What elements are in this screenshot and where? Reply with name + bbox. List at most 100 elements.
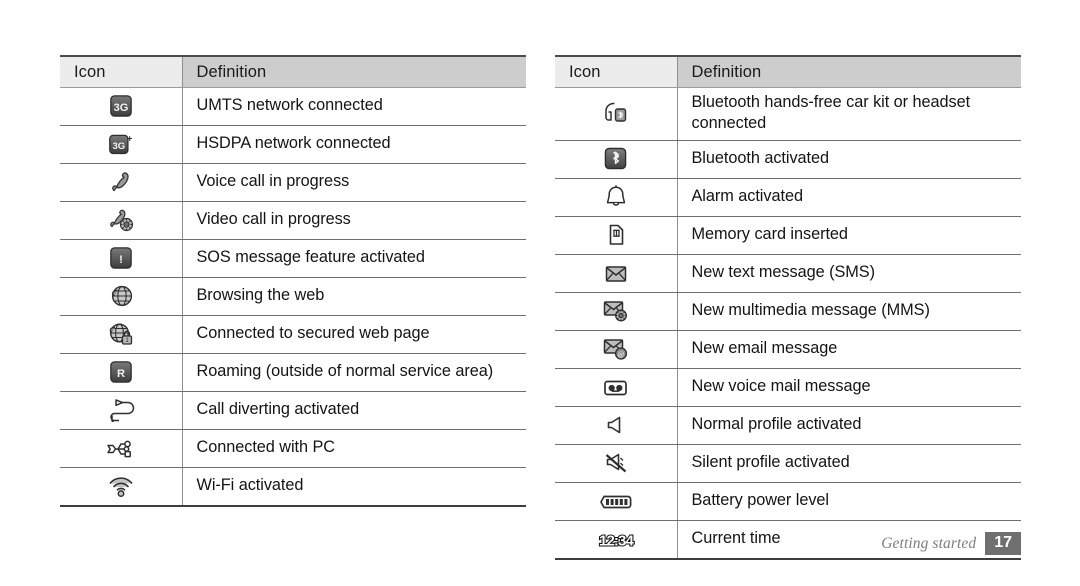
- icon-cell: [555, 406, 678, 445]
- page-footer: Getting started 17: [555, 532, 1021, 556]
- table-row: Connected with PC: [60, 429, 526, 468]
- video-call-icon: [98, 204, 144, 236]
- definition-cell: Wi-Fi activated: [182, 467, 526, 507]
- table-row: R Roaming (outside of normal service are…: [60, 353, 526, 392]
- new-mms-envelope-icon: [593, 295, 639, 327]
- table-row: Memory card inserted: [555, 216, 1021, 255]
- icon-cell: [555, 482, 678, 521]
- new-voicemail-icon: [593, 372, 639, 404]
- table-row: Battery power level: [555, 482, 1021, 521]
- memory-card-icon: [593, 219, 639, 251]
- bluetooth-headset-icon: [593, 97, 639, 129]
- table-row: Normal profile activated: [555, 406, 1021, 445]
- column-header-icon: Icon: [555, 55, 678, 88]
- table-row: New text message (SMS): [555, 254, 1021, 293]
- icon-definition-table-left: Icon Definition 3G UMTS network connecte…: [60, 55, 526, 507]
- svg-text:+: +: [127, 133, 133, 144]
- table-row: Silent profile activated: [555, 444, 1021, 483]
- definition-cell: Normal profile activated: [677, 406, 1021, 445]
- definition-cell: New email message: [677, 330, 1021, 369]
- column-header-definition: Definition: [677, 55, 1021, 88]
- icon-cell: [555, 254, 678, 293]
- battery-level-icon: [593, 486, 639, 518]
- table-body-left: 3G UMTS network connected 3G + HSDPA net…: [60, 87, 526, 507]
- secure-web-globe-lock-icon: 1: [98, 318, 144, 350]
- icon-cell: [555, 178, 678, 217]
- table-row: New voice mail message: [555, 368, 1021, 407]
- bluetooth-activated-icon: [593, 143, 639, 175]
- definition-cell: Battery power level: [677, 482, 1021, 521]
- table-row: Voice call in progress: [60, 163, 526, 202]
- icon-cell: [555, 292, 678, 331]
- definition-cell: Voice call in progress: [182, 163, 526, 202]
- table-row: 1 Connected to secured web page: [60, 315, 526, 354]
- icon-cell: [555, 444, 678, 483]
- roaming-icon: R: [98, 356, 144, 388]
- definition-cell: HSDPA network connected: [182, 125, 526, 164]
- table-row: Call diverting activated: [60, 391, 526, 430]
- svg-text:!: !: [119, 254, 123, 266]
- svg-text:3G: 3G: [112, 141, 125, 152]
- definition-cell: Video call in progress: [182, 201, 526, 240]
- definition-cell: New text message (SMS): [677, 254, 1021, 293]
- icon-cell: [60, 429, 183, 468]
- table-row: Browsing the web: [60, 277, 526, 316]
- definition-cell: Connected to secured web page: [182, 315, 526, 354]
- icon-cell: [60, 163, 183, 202]
- icon-cell: [555, 216, 678, 255]
- definition-cell: Connected with PC: [182, 429, 526, 468]
- icon-cell: [555, 368, 678, 407]
- icon-cell: 3G: [60, 87, 183, 126]
- footer-section-label: Getting started: [881, 534, 977, 552]
- icon-cell: [555, 87, 678, 141]
- alarm-bell-icon: [593, 181, 639, 213]
- wifi-activated-icon: [98, 470, 144, 502]
- definition-cell: Silent profile activated: [677, 444, 1021, 483]
- icon-cell: R: [60, 353, 183, 392]
- icon-cell: [60, 467, 183, 507]
- definition-cell: Memory card inserted: [677, 216, 1021, 255]
- icon-cell: @: [555, 330, 678, 369]
- svg-text:@: @: [617, 350, 624, 359]
- definition-cell: Roaming (outside of normal service area): [182, 353, 526, 392]
- column-header-icon: Icon: [60, 55, 183, 88]
- table-row: Wi-Fi activated: [60, 467, 526, 507]
- table-row: Video call in progress: [60, 201, 526, 240]
- icon-cell: !: [60, 239, 183, 278]
- web-browsing-globe-icon: [98, 280, 144, 312]
- definition-cell: Alarm activated: [677, 178, 1021, 217]
- table-row: New multimedia message (MMS): [555, 292, 1021, 331]
- svg-text:3G: 3G: [113, 102, 128, 114]
- icon-cell: [60, 201, 183, 240]
- definition-cell: New multimedia message (MMS): [677, 292, 1021, 331]
- definition-cell: Bluetooth hands-free car kit or headset …: [677, 87, 1021, 141]
- umts-3g-icon: 3G: [98, 90, 144, 122]
- definition-cell: UMTS network connected: [182, 87, 526, 126]
- table-row: @ New email message: [555, 330, 1021, 369]
- new-sms-envelope-icon: [593, 258, 639, 290]
- icon-cell: 3G +: [60, 125, 183, 164]
- table-row: Bluetooth activated: [555, 140, 1021, 179]
- icon-cell: 1: [60, 315, 183, 354]
- call-diverting-icon: [98, 394, 144, 426]
- usb-pc-connected-icon: [98, 433, 144, 465]
- icon-cell: [60, 391, 183, 430]
- table-header-row: Icon Definition: [555, 55, 1021, 88]
- definition-cell: New voice mail message: [677, 368, 1021, 407]
- icon-cell: [60, 277, 183, 316]
- page-number-badge: 17: [985, 532, 1021, 556]
- definition-cell: Bluetooth activated: [677, 140, 1021, 179]
- definition-cell: Browsing the web: [182, 277, 526, 316]
- table-body-right: Bluetooth hands-free car kit or headset …: [555, 87, 1021, 560]
- manual-page: Icon Definition 3G UMTS network connecte…: [0, 0, 1080, 586]
- normal-profile-speaker-icon: [593, 409, 639, 441]
- silent-profile-muted-icon: [593, 447, 639, 479]
- voice-call-handset-icon: [98, 166, 144, 198]
- hsdpa-3g-plus-icon: 3G +: [98, 128, 144, 160]
- definition-cell: Call diverting activated: [182, 391, 526, 430]
- column-header-definition: Definition: [182, 55, 526, 88]
- table-row: Alarm activated: [555, 178, 1021, 217]
- table-row: 3G + HSDPA network connected: [60, 125, 526, 164]
- sos-message-icon: !: [98, 242, 144, 274]
- table-row: Bluetooth hands-free car kit or headset …: [555, 87, 1021, 141]
